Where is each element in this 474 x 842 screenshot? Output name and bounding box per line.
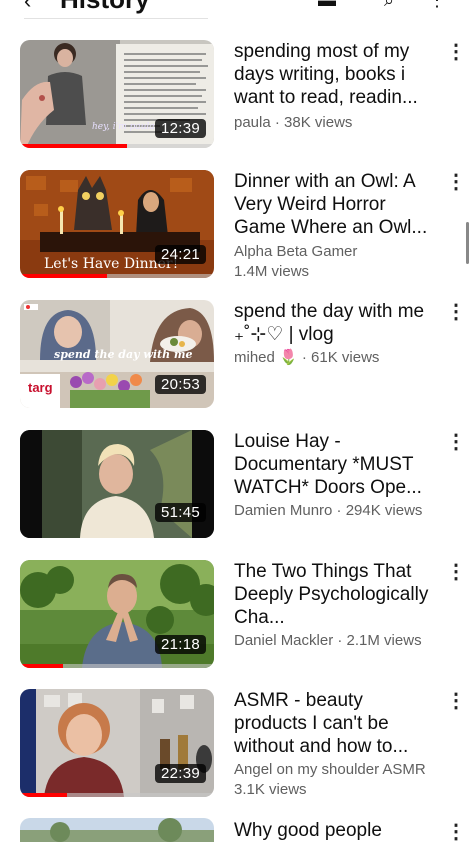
video-row[interactable]: hey, i'm paula. 12:39 spending most of m… [0,40,474,150]
watch-progress-bar [20,793,67,797]
more-icon[interactable]: ⋮ [446,302,466,322]
view-count: 294K views [345,502,423,519]
video-row[interactable]: 51:45 Louise Hay - Documentary *MUST WAT… [0,430,474,540]
duration-badge: 22:39 [154,764,206,783]
video-row[interactable]: spend the day with me targ 20:53 spend t… [0,300,474,410]
view-count: 1.4M views [234,263,310,280]
video-thumbnail[interactable]: 51:45 [20,430,214,538]
view-count: 61K views [311,349,380,366]
thumbnail-caption: hey, i'm paula. [92,122,158,132]
video-title[interactable]: ASMR - beauty products I can't be withou… [234,689,440,758]
video-row[interactable]: Why good people ⋮ [0,818,474,842]
video-row[interactable]: Let's Have Dinner! 24:21 Dinner with an … [0,170,474,280]
top-bar: ‹ History ▬ ⌕ ⋮ [0,0,474,14]
more-icon[interactable]: ⋮ [446,42,466,62]
view-count: 2.1M views [346,632,422,649]
more-icon[interactable]: ⋮ [446,691,466,711]
video-title[interactable]: Louise Hay - Documentary *MUST WATCH* Do… [234,430,440,499]
back-arrow-icon[interactable]: ‹ [24,0,31,14]
channel-name[interactable]: Daniel Mackler [234,632,333,649]
video-row[interactable]: 22:39 ASMR - beauty products I can't be … [0,689,474,799]
duration-badge: 51:45 [154,503,206,522]
channel-name[interactable]: paula [234,114,271,131]
video-meta: Daniel Mackler · 2.1M views [234,632,422,649]
channel-name[interactable]: Damien Munro [234,502,332,519]
video-meta: Damien Munro · 294K views [234,502,423,519]
channel-name[interactable]: mihed 🌷 [234,349,298,366]
view-count: 3.1K views [234,781,307,798]
video-title[interactable]: Dinner with an Owl: A Very Weird Horror … [234,170,440,239]
watch-progress-bar [20,144,127,148]
duration-badge: 20:53 [154,375,206,394]
duration-badge: 24:21 [154,245,206,264]
search-icon[interactable]: ⌕ [384,0,394,11]
video-title[interactable]: Why good people [234,819,440,842]
video-thumbnail[interactable]: Let's Have Dinner! 24:21 [20,170,214,278]
video-title[interactable]: spend the day with me ₊˚⊹♡ | vlog [234,300,440,346]
more-icon[interactable]: ⋮ [446,562,466,582]
more-icon[interactable]: ⋮ [446,822,466,842]
view-count: 38K views [284,114,353,131]
watch-progress-bar [20,274,108,278]
video-meta: paula · 38K views [234,114,353,131]
video-meta: mihed 🌷 · 61K views [234,349,380,366]
video-title[interactable]: spending most of my days writing, books … [234,40,440,109]
more-icon[interactable]: ⋮ [446,432,466,452]
thumbnail-caption: spend the day with me [54,348,193,361]
page-title: History [60,0,150,14]
cast-icon[interactable]: ▬ [318,0,336,11]
video-row[interactable]: 21:18 The Two Things That Deeply Psychol… [0,560,474,670]
more-options-icon[interactable]: ⋮ [428,0,446,11]
video-thumbnail[interactable]: 21:18 [20,560,214,668]
store-sign: targ [28,380,53,395]
scrollbar[interactable] [466,222,469,264]
divider [24,18,208,19]
duration-badge: 12:39 [154,119,206,138]
video-thumbnail[interactable]: 22:39 [20,689,214,797]
video-title[interactable]: The Two Things That Deeply Psychological… [234,560,440,629]
watch-progress-bar [20,664,63,668]
video-thumbnail[interactable] [20,818,214,842]
channel-name[interactable]: Alpha Beta Gamer [234,242,448,262]
video-thumbnail[interactable]: spend the day with me targ 20:53 [20,300,214,408]
more-icon[interactable]: ⋮ [446,172,466,192]
duration-badge: 21:18 [154,635,206,654]
channel-name[interactable]: Angel on my shoulder ASMR [234,760,448,780]
video-thumbnail[interactable]: hey, i'm paula. 12:39 [20,40,214,148]
